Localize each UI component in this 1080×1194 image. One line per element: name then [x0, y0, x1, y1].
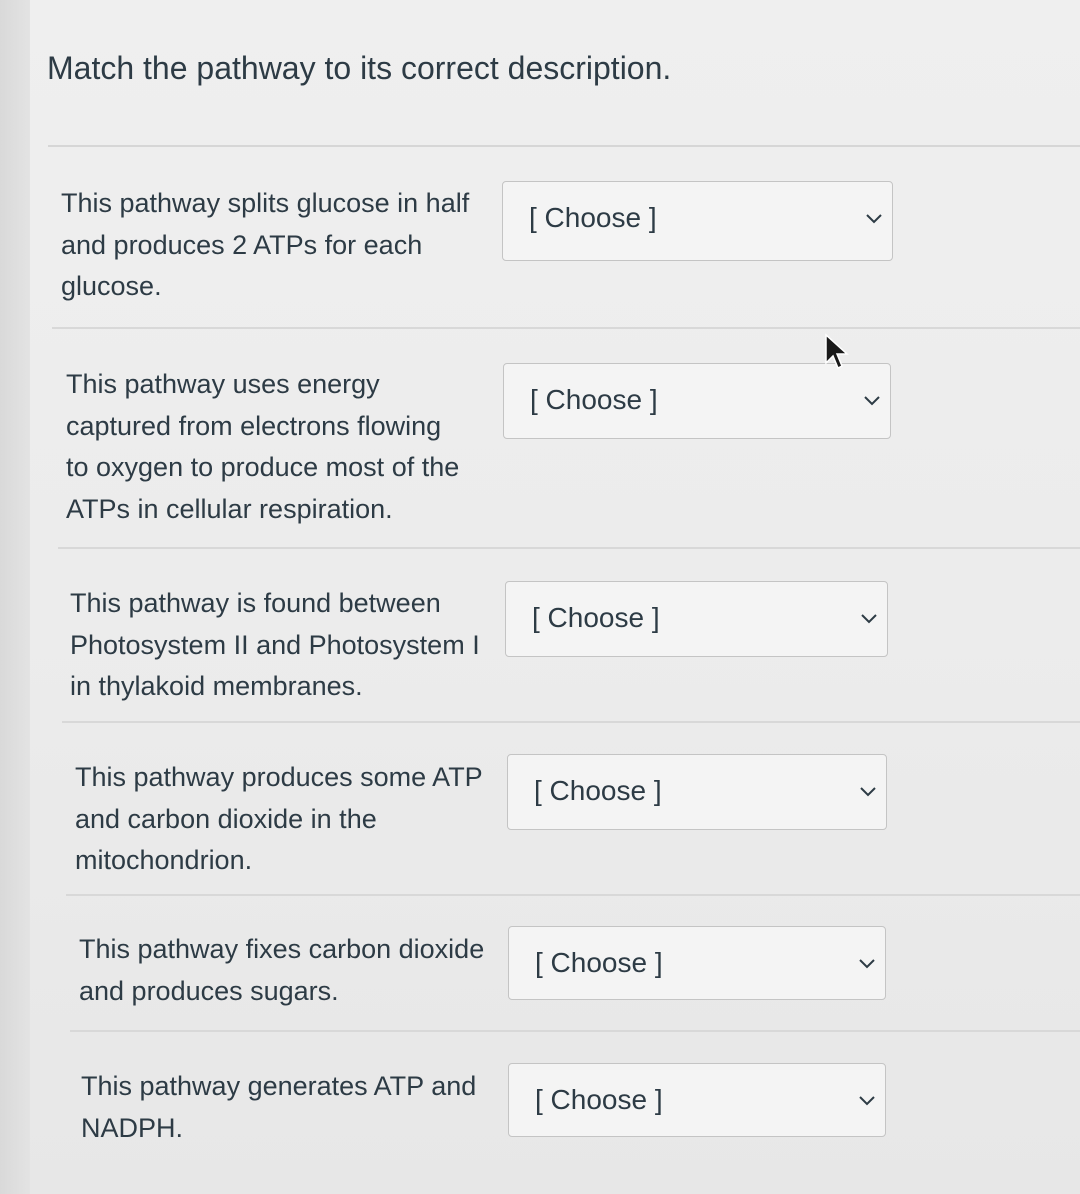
- row-divider: [58, 547, 1080, 549]
- pathway-select-5[interactable]: [ Choose ]: [508, 926, 886, 1000]
- description-line: in thylakoid membranes.: [70, 671, 363, 701]
- description-line: and produces sugars.: [79, 975, 339, 1006]
- title-divider: [48, 145, 1080, 147]
- select-value: [ Choose ]: [532, 602, 660, 633]
- row-divider: [52, 327, 1080, 329]
- description-5: This pathway fixes carbon dioxide and pr…: [79, 929, 519, 1012]
- description-line: mitochondrion.: [75, 845, 253, 875]
- description-line: This pathway fixes carbon dioxide: [79, 934, 485, 964]
- description-line: NADPH.: [81, 1112, 184, 1143]
- chevron-down-icon: [861, 614, 877, 624]
- pathway-select-4[interactable]: [ Choose ]: [507, 754, 887, 830]
- row-divider: [66, 894, 1080, 896]
- description-line: This pathway splits glucose in half: [61, 188, 470, 218]
- description-line: to oxygen to produce most of the: [66, 452, 460, 482]
- select-value: [ Choose ]: [529, 202, 657, 233]
- select-value: [ Choose ]: [535, 1084, 663, 1115]
- description-6: This pathway generates ATP and NADPH.: [81, 1066, 521, 1149]
- pathway-select-3[interactable]: [ Choose ]: [505, 581, 888, 657]
- chevron-down-icon: [860, 787, 876, 797]
- chevron-down-icon: [864, 396, 880, 406]
- description-line: and carbon dioxide in the: [75, 803, 377, 834]
- chevron-down-icon: [859, 959, 875, 969]
- description-line: This pathway is found between: [70, 588, 441, 618]
- description-line: Photosystem II and Photosystem I: [70, 629, 480, 660]
- description-line: glucose.: [61, 271, 162, 301]
- question-title: Match the pathway to its correct descrip…: [47, 50, 672, 86]
- select-value: [ Choose ]: [530, 384, 658, 415]
- chevron-down-icon: [866, 214, 882, 224]
- description-line: and produces 2 ATPs for each: [61, 229, 423, 260]
- description-4: This pathway produces some ATP and carbo…: [75, 757, 515, 882]
- row-divider: [70, 1030, 1080, 1032]
- description-2: This pathway uses energy captured from e…: [66, 364, 506, 530]
- pathway-select-1[interactable]: [ Choose ]: [502, 181, 893, 261]
- description-line: captured from electrons flowing: [66, 410, 442, 441]
- pathway-select-6[interactable]: [ Choose ]: [508, 1063, 886, 1137]
- description-line: This pathway uses energy: [66, 369, 380, 399]
- row-divider: [62, 721, 1080, 723]
- chevron-down-icon: [859, 1096, 875, 1106]
- description-line: This pathway produces some ATP: [75, 762, 483, 792]
- screen-edge: [0, 0, 30, 1194]
- description-line: ATPs in cellular respiration.: [66, 493, 393, 524]
- pathway-select-2[interactable]: [ Choose ]: [503, 363, 891, 439]
- mouse-cursor-icon: [825, 333, 849, 370]
- description-3: This pathway is found between Photosyste…: [70, 583, 510, 708]
- description-1: This pathway splits glucose in half and …: [61, 183, 501, 308]
- description-line: This pathway generates ATP and: [81, 1071, 477, 1101]
- select-value: [ Choose ]: [535, 947, 663, 978]
- select-value: [ Choose ]: [534, 775, 662, 806]
